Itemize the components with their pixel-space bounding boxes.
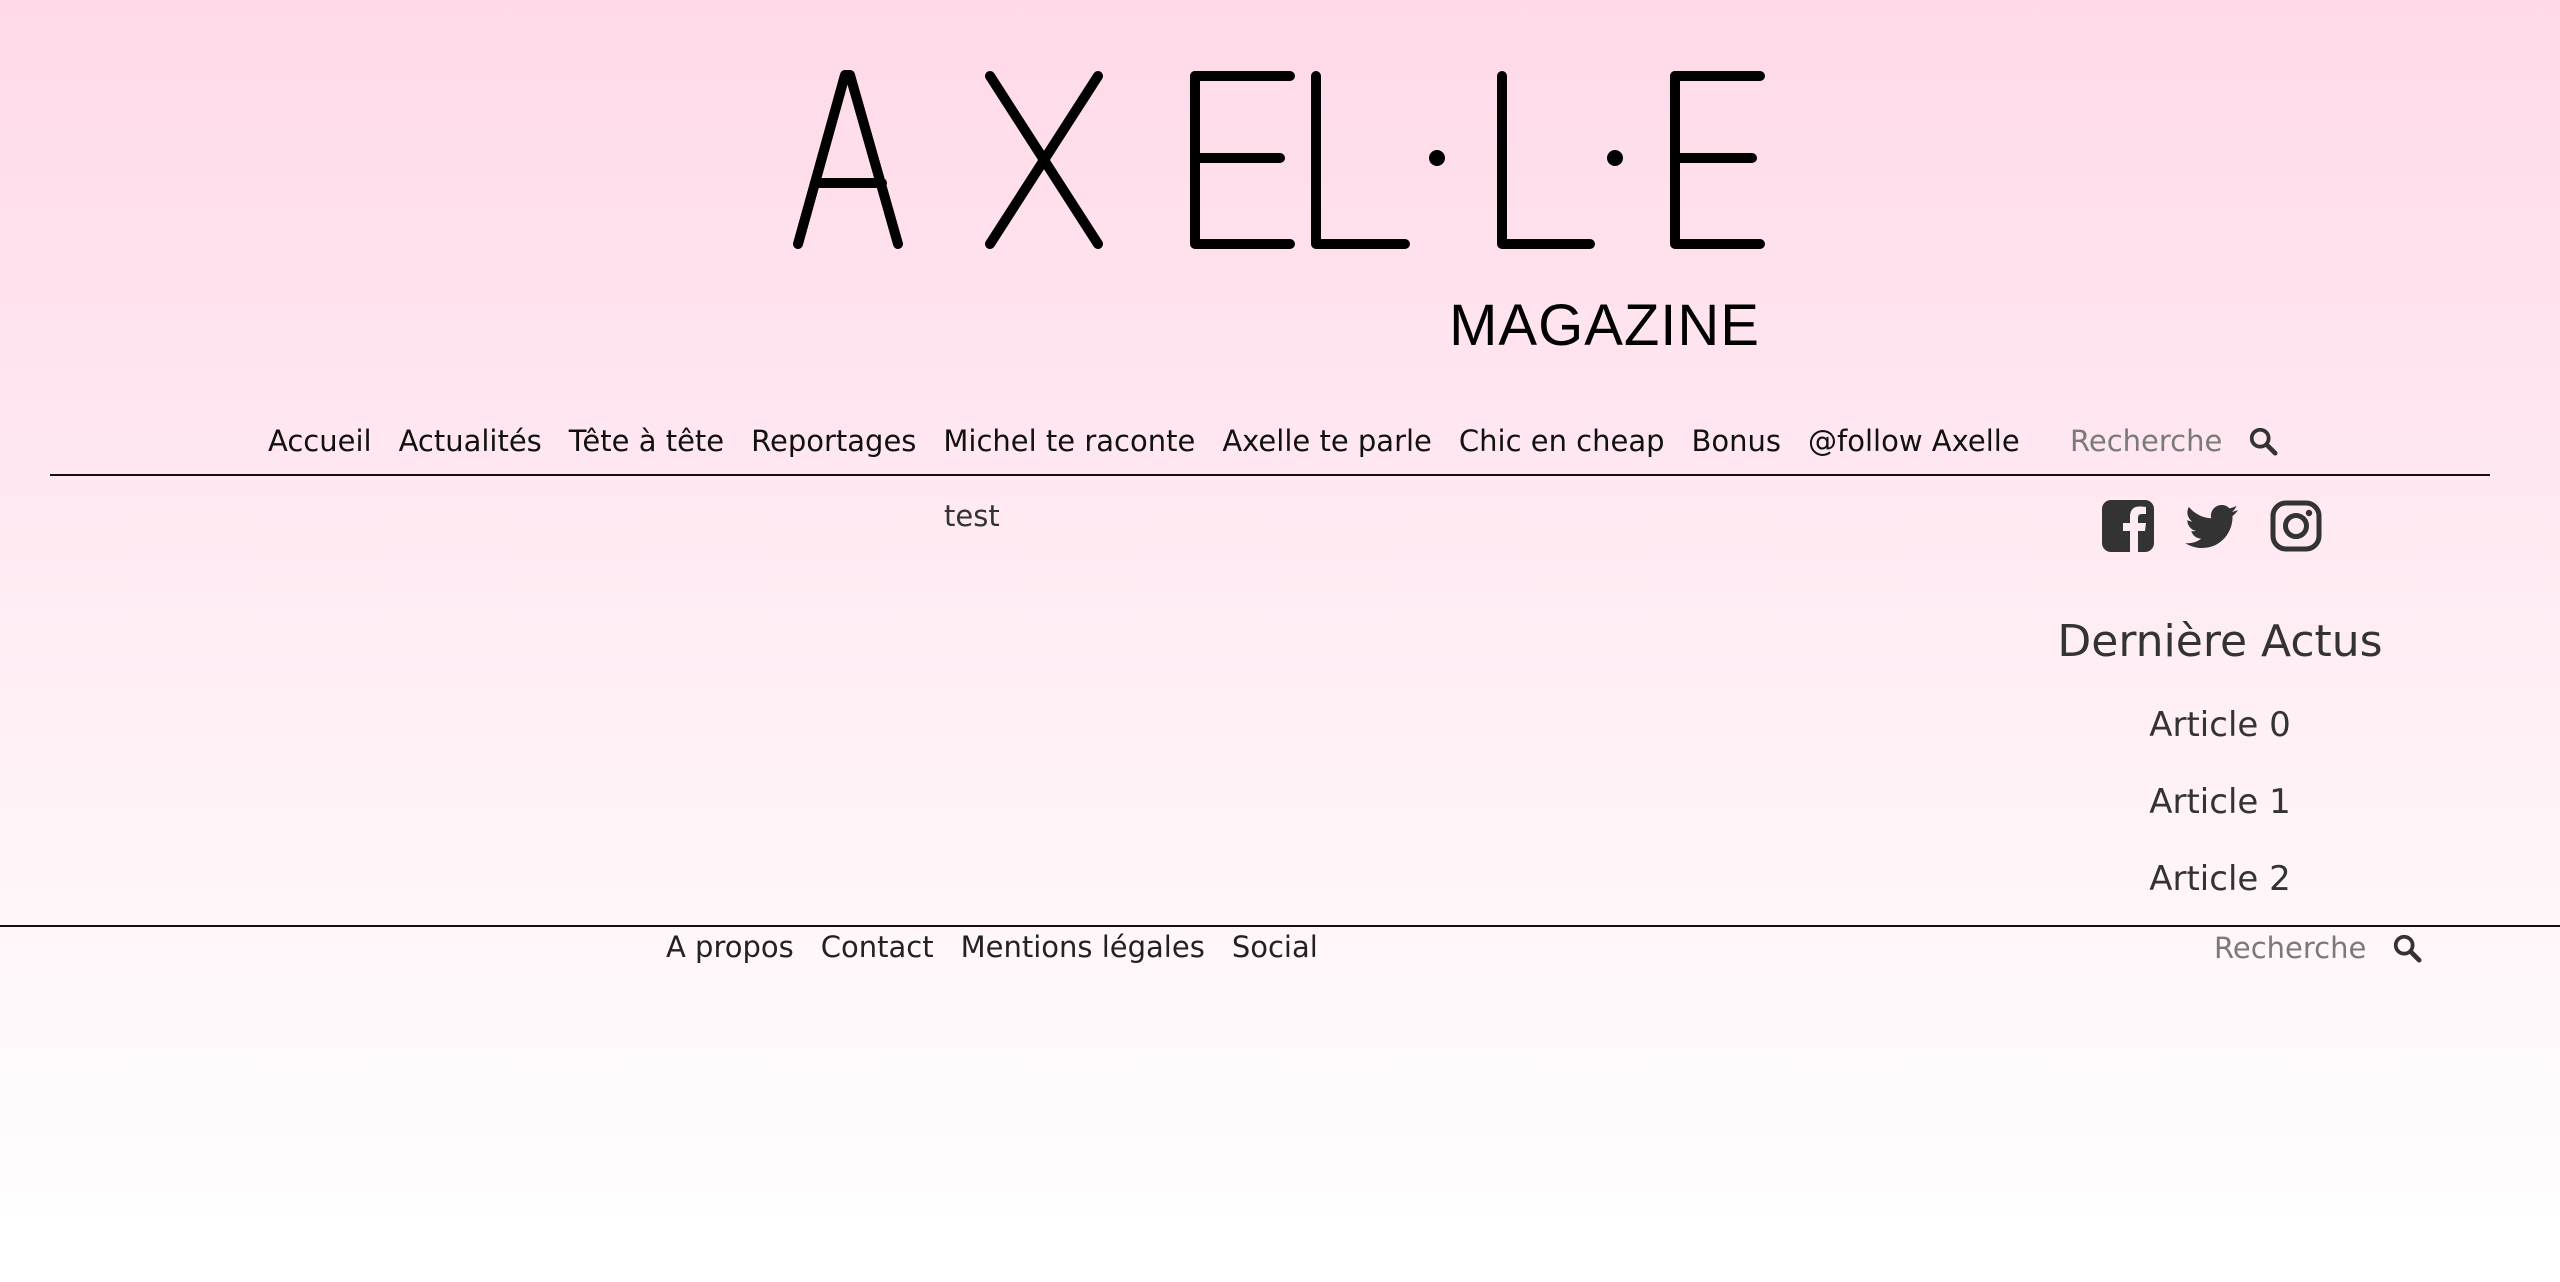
page: MAGAZINE Accueil Actualités Tête à tête … [0,0,2560,1282]
nav-item-follow-axelle[interactable]: @follow Axelle [1808,424,2020,458]
footer-search [2214,931,2422,965]
footer-link-social[interactable]: Social [1232,930,1318,964]
footer-links: A propos Contact Mentions légales Social [666,930,1345,964]
logo-sub-text: MAGAZINE [1449,293,1760,358]
facebook-icon[interactable] [2100,498,2156,554]
article-link-1[interactable]: Article 1 [2040,782,2400,823]
nav-item-michel-te-raconte[interactable]: Michel te raconte [943,424,1195,458]
footer-divider [0,925,2560,927]
nav-item-bonus[interactable]: Bonus [1692,424,1782,458]
footer-search-input[interactable] [2214,931,2374,965]
latest-articles-list: Article 0 Article 1 Article 2 [2040,705,2400,936]
search-icon[interactable] [2248,426,2278,456]
article-link-0[interactable]: Article 0 [2040,705,2400,746]
header-divider [50,474,2490,476]
nav-item-chic-en-cheap[interactable]: Chic en cheap [1459,424,1665,458]
article-link-2[interactable]: Article 2 [2040,859,2400,900]
header-search [2070,424,2278,458]
main-content-text: test [944,499,1000,533]
nav-item-axelle-te-parle[interactable]: Axelle te parle [1222,424,1432,458]
nav-item-accueil[interactable]: Accueil [268,424,372,458]
social-links [2100,498,2324,554]
footer-link-contact[interactable]: Contact [821,930,934,964]
site-logo[interactable]: MAGAZINE [790,60,1770,360]
nav-item-tete-a-tete[interactable]: Tête à tête [569,424,724,458]
nav-links: Accueil Actualités Tête à tête Reportage… [268,424,2047,458]
logo-graphic: MAGAZINE [793,70,1765,358]
nav-item-reportages[interactable]: Reportages [751,424,916,458]
footer-link-a-propos[interactable]: A propos [666,930,794,964]
header-search-input[interactable] [2070,424,2230,458]
twitter-icon[interactable] [2184,498,2240,554]
nav-item-actualites[interactable]: Actualités [399,424,542,458]
instagram-icon[interactable] [2268,498,2324,554]
main-nav: Accueil Actualités Tête à tête Reportage… [0,424,2560,474]
sidebar-title: Dernière Actus [2057,616,2383,667]
search-icon[interactable] [2392,933,2422,963]
footer-link-mentions-legales[interactable]: Mentions légales [961,930,1205,964]
